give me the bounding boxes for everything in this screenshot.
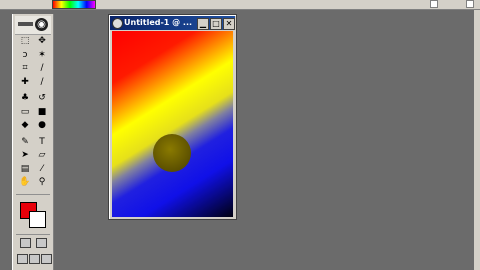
- sphere-shape: [153, 134, 191, 172]
- gradient-picker-swatch[interactable]: [52, 0, 96, 9]
- quick-mask-icon[interactable]: [36, 238, 47, 248]
- slice-tool[interactable]: ∕: [35, 63, 49, 74]
- toolbox: ◉ ⬚ ✥ ↄ ✶ ⌗ ∕ ✚ ∕ ♣ ↺ ▭ ■ ◆ ● ✎ T ➤ ▱ ▤ ⁄ ✋ ⚲: [12, 14, 54, 270]
- pen-tool[interactable]: ✎: [18, 137, 32, 148]
- palette-well-edge: [474, 10, 480, 270]
- path-selection-tool[interactable]: ➤: [18, 150, 32, 161]
- option-checkbox[interactable]: [430, 0, 438, 8]
- eyedropper-tool[interactable]: ⁄: [35, 164, 49, 175]
- type-tool[interactable]: T: [35, 137, 49, 148]
- document-title: Untitled-1 @ ...: [124, 18, 193, 27]
- standard-mode-icon[interactable]: [20, 238, 31, 248]
- toolbox-separator-2: [16, 234, 50, 235]
- magic-wand-tool[interactable]: ✶: [35, 50, 49, 61]
- notes-tool[interactable]: ▤: [18, 164, 32, 175]
- brush-tool[interactable]: ∕: [35, 77, 49, 88]
- option-checkbox-2[interactable]: [466, 0, 474, 8]
- options-bar: [0, 0, 480, 10]
- image-canvas[interactable]: [112, 31, 233, 217]
- screen-mode-full-menu-icon[interactable]: [29, 254, 40, 264]
- eraser-tool[interactable]: ▭: [18, 107, 32, 118]
- clone-stamp-tool[interactable]: ♣: [18, 93, 32, 104]
- crop-tool[interactable]: ⌗: [18, 63, 32, 74]
- lasso-tool[interactable]: ↄ: [18, 50, 32, 61]
- background-color-swatch[interactable]: [29, 211, 46, 228]
- document-icon: [112, 18, 123, 29]
- history-brush-tool[interactable]: ↺: [35, 93, 49, 104]
- dodge-tool[interactable]: ●: [35, 120, 49, 131]
- healing-brush-tool[interactable]: ✚: [18, 77, 32, 88]
- close-button[interactable]: ✕: [223, 18, 235, 30]
- document-titlebar[interactable]: Untitled-1 @ ... ▁ □ ✕: [110, 16, 235, 30]
- toolbox-separator: [16, 194, 50, 195]
- blur-tool[interactable]: ◆: [18, 120, 32, 131]
- screen-mode-full-icon[interactable]: [41, 254, 52, 264]
- maximize-button[interactable]: □: [210, 18, 222, 30]
- move-tool[interactable]: ✥: [35, 36, 49, 47]
- app-logo-icon[interactable]: ◉: [35, 18, 48, 31]
- toolbox-header[interactable]: ◉: [15, 16, 51, 35]
- marquee-tool[interactable]: ⬚: [18, 36, 32, 47]
- screen-mode-standard-icon[interactable]: [17, 254, 28, 264]
- minimize-button[interactable]: ▁: [197, 18, 209, 30]
- document-window[interactable]: Untitled-1 @ ... ▁ □ ✕: [108, 14, 237, 220]
- gradient-tool[interactable]: ■: [35, 107, 49, 118]
- hand-tool[interactable]: ✋: [18, 177, 32, 188]
- zoom-tool[interactable]: ⚲: [35, 177, 49, 188]
- shape-tool[interactable]: ▱: [35, 150, 49, 161]
- toolbox-grip: [18, 22, 33, 26]
